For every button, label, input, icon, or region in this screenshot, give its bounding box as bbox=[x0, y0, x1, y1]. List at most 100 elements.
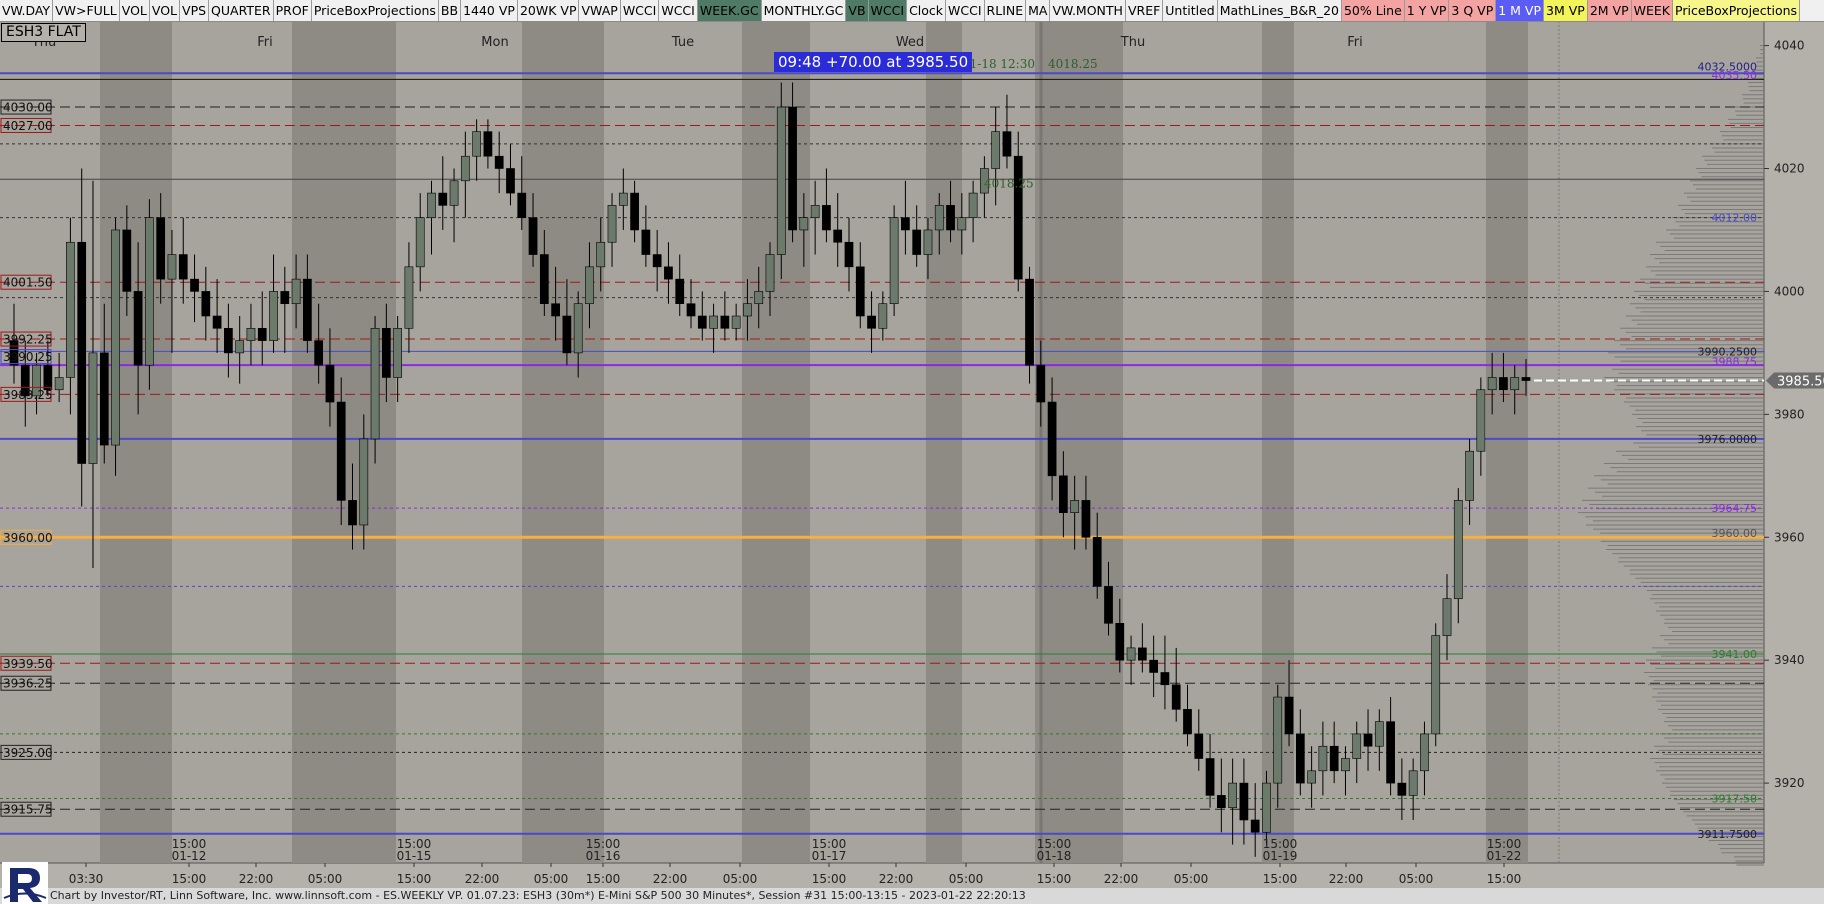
last-price-label: 3985.50 bbox=[1777, 375, 1824, 390]
toolbar-button[interactable]: 2M VP bbox=[1587, 0, 1632, 21]
candle-body bbox=[1420, 733, 1429, 772]
candle-body bbox=[43, 364, 53, 391]
candle-body bbox=[946, 205, 955, 231]
toolbar-button[interactable]: VW>FULL bbox=[53, 0, 120, 21]
x-axis-time-label: 15:00 bbox=[586, 872, 621, 886]
candle-body bbox=[855, 266, 865, 317]
toolbar-button[interactable]: 1 Y VP bbox=[1404, 0, 1450, 21]
candle-body bbox=[652, 254, 662, 268]
candle-body bbox=[573, 303, 583, 354]
toolbar-button[interactable]: 3 Q VP bbox=[1449, 0, 1497, 21]
toolbar-button[interactable]: PriceBoxProjections bbox=[1673, 0, 1801, 21]
toolbar-button[interactable]: VREF bbox=[1125, 0, 1164, 21]
candle-body bbox=[235, 340, 245, 354]
toolbar-button[interactable]: RLINE bbox=[984, 0, 1027, 21]
candle-body bbox=[1239, 782, 1249, 821]
candle-body bbox=[393, 327, 403, 378]
candle-body bbox=[1059, 475, 1068, 513]
candle-body bbox=[912, 229, 922, 255]
candle-body bbox=[528, 217, 538, 255]
toolbar-button[interactable]: WCCI bbox=[946, 0, 985, 21]
candle-body bbox=[291, 278, 301, 305]
right-level-label: 4012.00 bbox=[1712, 212, 1758, 225]
candle-body bbox=[799, 217, 809, 231]
candle-body bbox=[991, 131, 1001, 169]
toolbar-button[interactable]: 1440 VP bbox=[461, 0, 518, 21]
candle-body bbox=[1408, 770, 1418, 796]
candle-body bbox=[743, 303, 752, 317]
left-price-label: 3915.75 bbox=[3, 803, 53, 817]
toolbar-button[interactable]: 3M VP bbox=[1544, 0, 1588, 21]
candle-body bbox=[697, 315, 707, 329]
toolbar-button[interactable]: VB bbox=[846, 0, 869, 21]
toolbar-button[interactable]: VW.DAY bbox=[0, 0, 54, 21]
candle-body bbox=[1205, 758, 1215, 796]
toolbar-button[interactable]: WCCI bbox=[620, 0, 660, 21]
toolbar-button[interactable]: WEEK.GC bbox=[697, 0, 762, 21]
candle-body bbox=[178, 254, 188, 280]
toolbar-button[interactable]: 20WK VP bbox=[517, 0, 580, 21]
candle-body bbox=[348, 500, 357, 526]
status-text: Chart by Investor/RT, Linn Software, Inc… bbox=[50, 889, 1026, 902]
toolbar-button[interactable]: WCCI bbox=[868, 0, 908, 21]
alert-label: 09:48 +70.00 at 3985.50 bbox=[774, 52, 973, 72]
x-axis-time-label: 15:00 bbox=[397, 872, 432, 886]
day-label: Mon bbox=[481, 35, 508, 50]
candle-body bbox=[1307, 770, 1316, 784]
toolbar-button[interactable]: WEEK bbox=[1631, 0, 1674, 21]
candle-body bbox=[1047, 401, 1057, 477]
candle-body bbox=[1363, 733, 1373, 747]
candle-body bbox=[618, 192, 628, 206]
toolbar-button[interactable]: VOL bbox=[149, 0, 181, 21]
toolbar-button[interactable]: Clock bbox=[907, 0, 947, 21]
candle-body bbox=[1171, 684, 1181, 710]
toolbar-button[interactable]: 1 M VP bbox=[1496, 0, 1545, 21]
toolbar-button[interactable]: BB bbox=[438, 0, 462, 21]
candle-body bbox=[675, 278, 685, 305]
toolbar-button[interactable]: MathLines_B&R_20 bbox=[1217, 0, 1342, 21]
candle-body bbox=[607, 205, 617, 243]
toolbar-button[interactable]: VOL bbox=[119, 0, 150, 21]
candle-body bbox=[1228, 782, 1237, 808]
x-axis-time-label: 22:00 bbox=[653, 872, 688, 886]
candle-body bbox=[404, 266, 414, 329]
toolbar-button[interactable]: VWAP bbox=[579, 0, 621, 21]
x-axis-date-label: 01-22 bbox=[1487, 849, 1522, 863]
session-band bbox=[926, 21, 962, 863]
candle-body bbox=[1374, 721, 1384, 747]
toolbar-button[interactable]: MONTHLY.GC bbox=[761, 0, 847, 21]
toolbar-button[interactable]: VPS bbox=[180, 0, 210, 21]
status-bar: Chart by Investor/RT, Linn Software, Inc… bbox=[0, 888, 1824, 904]
candle-body bbox=[224, 327, 233, 354]
candle-body bbox=[934, 205, 944, 231]
x-axis-time-label: 15:00 bbox=[1487, 872, 1522, 886]
left-price-label: 4030.00 bbox=[3, 101, 53, 115]
candle-body bbox=[1081, 500, 1091, 538]
day-label: Tue bbox=[671, 35, 694, 50]
toolbar-button[interactable]: PriceBoxProjections bbox=[311, 0, 439, 21]
x-axis-time-label: 15:00 bbox=[812, 872, 847, 886]
candle-body bbox=[1521, 377, 1531, 381]
day-label: Thu bbox=[1120, 35, 1145, 50]
toolbar-button[interactable]: WCCI bbox=[659, 0, 698, 21]
candle-body bbox=[269, 291, 278, 341]
toolbar-button[interactable]: PROF bbox=[273, 0, 312, 21]
price-chart[interactable]: 3985.50 4030.00 4027.00 4001.50 3992.25 3990… bbox=[0, 21, 1824, 904]
toolbar-button[interactable]: 50% Line bbox=[1341, 0, 1405, 21]
left-price-label: 3983.25 bbox=[3, 388, 53, 402]
toolbar-button[interactable]: Untitled bbox=[1163, 0, 1218, 21]
x-axis-time-label: 05:00 bbox=[308, 872, 343, 886]
candle-body bbox=[77, 241, 87, 464]
candle-body bbox=[280, 291, 290, 305]
x-axis-time-label: 22:00 bbox=[465, 872, 500, 886]
toolbar-button[interactable]: VW.MONTH bbox=[1050, 0, 1126, 21]
toolbar-button[interactable]: MA bbox=[1026, 0, 1051, 21]
candle-body bbox=[336, 401, 346, 501]
candle-body bbox=[483, 131, 493, 157]
candle-body bbox=[167, 254, 177, 280]
x-axis-time-label: 15:00 bbox=[1037, 872, 1072, 886]
toolbar-button[interactable]: QUARTER bbox=[209, 0, 274, 21]
candle-body bbox=[664, 266, 673, 280]
candle-body bbox=[1318, 745, 1328, 772]
candle-body bbox=[201, 291, 211, 317]
